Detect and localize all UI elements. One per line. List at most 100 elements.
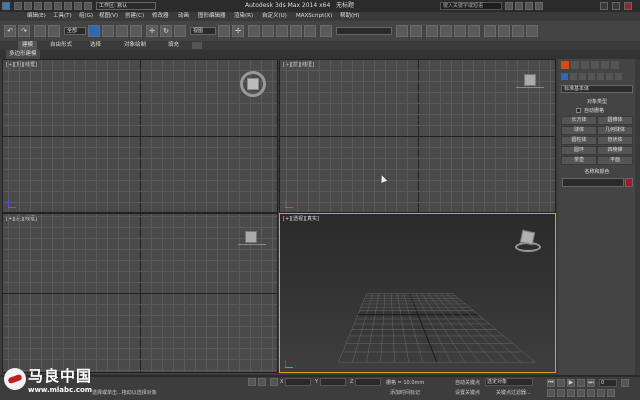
pivot-center-icon[interactable]: [218, 25, 230, 37]
menu-tools[interactable]: 工具(T): [53, 12, 72, 21]
viewcube-top[interactable]: [238, 70, 268, 98]
keyboard-shortcut-icon[interactable]: [248, 25, 260, 37]
viewcube-perspective[interactable]: [512, 228, 544, 256]
tab-selection[interactable]: 选择: [90, 41, 101, 50]
menu-rendering[interactable]: 渲染(R): [234, 12, 253, 21]
panel-scrollbar[interactable]: [635, 59, 640, 375]
cylinder-button[interactable]: 圆柱体: [561, 136, 597, 145]
goto-start-icon[interactable]: ⏮: [547, 379, 555, 387]
menu-views[interactable]: 视图(V): [99, 12, 118, 21]
isolate-selection-icon[interactable]: [248, 378, 256, 386]
schematic-view-icon[interactable]: [468, 25, 480, 37]
search-icon[interactable]: [505, 2, 513, 10]
object-type-title[interactable]: 对象类型: [561, 98, 633, 105]
close-icon[interactable]: [624, 2, 632, 10]
menu-maxscript[interactable]: MAXScript(X): [296, 12, 332, 21]
viewport-left[interactable]: [+][左][线框]: [2, 213, 278, 373]
shapes-icon[interactable]: [570, 73, 577, 80]
hierarchy-tab-icon[interactable]: [581, 61, 589, 69]
workspace-dropdown[interactable]: 工作区: 默认: [96, 2, 156, 10]
orbit-icon[interactable]: [597, 389, 605, 397]
angle-snap-icon[interactable]: [276, 25, 288, 37]
maximize-viewport-icon[interactable]: [607, 389, 615, 397]
polygon-modeling-panel[interactable]: 多边形建模: [6, 50, 40, 59]
project-folder-icon[interactable]: [84, 2, 92, 10]
redo-icon[interactable]: [54, 2, 62, 10]
systems-icon[interactable]: [615, 73, 622, 80]
curve-editor-icon[interactable]: [454, 25, 466, 37]
select-scale-icon[interactable]: [174, 25, 186, 37]
torus-button[interactable]: 圆环: [561, 146, 597, 155]
viewcube-front[interactable]: [516, 72, 544, 92]
key-filters-button[interactable]: 关键点过滤器...: [496, 389, 531, 396]
zoom-icon[interactable]: [547, 389, 555, 397]
pyramid-button[interactable]: 四棱锥: [597, 146, 633, 155]
reference-coordinate-dropdown[interactable]: 视图: [190, 27, 216, 35]
autokey-label[interactable]: 自动关键点: [455, 379, 480, 386]
time-configuration-icon[interactable]: [621, 379, 629, 387]
undo-icon[interactable]: ↶: [4, 25, 16, 37]
new-file-icon[interactable]: [14, 2, 22, 10]
set-key-label[interactable]: 设置关键点: [455, 389, 480, 396]
plane-button[interactable]: 平面: [597, 156, 633, 165]
sphere-button[interactable]: 球体: [561, 126, 597, 135]
selection-filter-dropdown[interactable]: 全部: [64, 27, 86, 35]
tab-populate[interactable]: 填充: [168, 41, 179, 50]
key-mode-dropdown[interactable]: 选定对象: [485, 378, 533, 386]
graphite-tools-icon[interactable]: [440, 25, 452, 37]
zoom-all-icon[interactable]: [557, 389, 565, 397]
window-crossing-icon[interactable]: [130, 25, 142, 37]
unlink-icon[interactable]: [48, 25, 60, 37]
help-icon[interactable]: [535, 2, 543, 10]
pan-view-icon[interactable]: [587, 389, 595, 397]
viewcube-left[interactable]: [238, 228, 266, 250]
y-coordinate-field[interactable]: [320, 378, 346, 386]
percent-snap-icon[interactable]: [290, 25, 302, 37]
menu-graph-editors[interactable]: 图形编辑器: [198, 12, 226, 21]
display-tab-icon[interactable]: [601, 61, 609, 69]
lights-icon[interactable]: [579, 73, 586, 80]
tab-object-paint[interactable]: 对象绘制: [124, 41, 146, 50]
object-name-input[interactable]: [562, 178, 624, 187]
utilities-tab-icon[interactable]: [611, 61, 619, 69]
ribbon-options-icon[interactable]: [192, 42, 202, 49]
x-coordinate-field[interactable]: [285, 378, 311, 386]
hold-icon[interactable]: [64, 2, 72, 10]
cone-button[interactable]: 圆锥体: [597, 116, 633, 125]
spinner-snap-icon[interactable]: [304, 25, 316, 37]
add-time-tag-label[interactable]: 添加时间标记: [390, 389, 420, 396]
geometry-icon[interactable]: [561, 73, 568, 80]
play-icon[interactable]: ▶: [567, 379, 575, 387]
layer-manager-icon[interactable]: [426, 25, 438, 37]
edit-named-selection-icon[interactable]: [320, 25, 332, 37]
viewport-label[interactable]: [+][顶][线框]: [6, 61, 37, 68]
teapot-button[interactable]: 茶壶: [561, 156, 597, 165]
select-rotate-icon[interactable]: ↻: [160, 25, 172, 37]
select-link-icon[interactable]: [34, 25, 46, 37]
align-icon[interactable]: [410, 25, 422, 37]
menu-help[interactable]: 帮助(H): [340, 12, 359, 21]
absolute-mode-icon[interactable]: [270, 378, 278, 386]
previous-frame-icon[interactable]: [557, 379, 565, 387]
redo-icon[interactable]: ↷: [18, 25, 30, 37]
favorites-star-icon[interactable]: [525, 2, 533, 10]
snaps-toggle-icon[interactable]: [262, 25, 274, 37]
zoom-extents-icon[interactable]: [567, 389, 575, 397]
create-tab-icon[interactable]: [561, 61, 569, 69]
menu-modifiers[interactable]: 修改器: [152, 12, 169, 21]
select-manipulate-icon[interactable]: ✢: [232, 25, 244, 37]
menu-animation[interactable]: 动画: [178, 12, 189, 21]
viewport-front[interactable]: [+][前][线框]: [279, 59, 556, 213]
viewport-top[interactable]: [+][顶][线框]: [2, 59, 278, 213]
rectangular-selection-icon[interactable]: [116, 25, 128, 37]
select-object-icon[interactable]: [88, 25, 100, 37]
tab-freeform[interactable]: 自由形式: [50, 41, 72, 50]
cameras-icon[interactable]: [588, 73, 595, 80]
select-move-icon[interactable]: ✛: [146, 25, 158, 37]
app-logo-icon[interactable]: [2, 2, 10, 10]
motion-tab-icon[interactable]: [591, 61, 599, 69]
render-setup-icon[interactable]: [498, 25, 510, 37]
menu-edit[interactable]: 编辑(E): [27, 12, 46, 21]
helpers-icon[interactable]: [597, 73, 604, 80]
goto-end-icon[interactable]: ⏭: [587, 379, 595, 387]
